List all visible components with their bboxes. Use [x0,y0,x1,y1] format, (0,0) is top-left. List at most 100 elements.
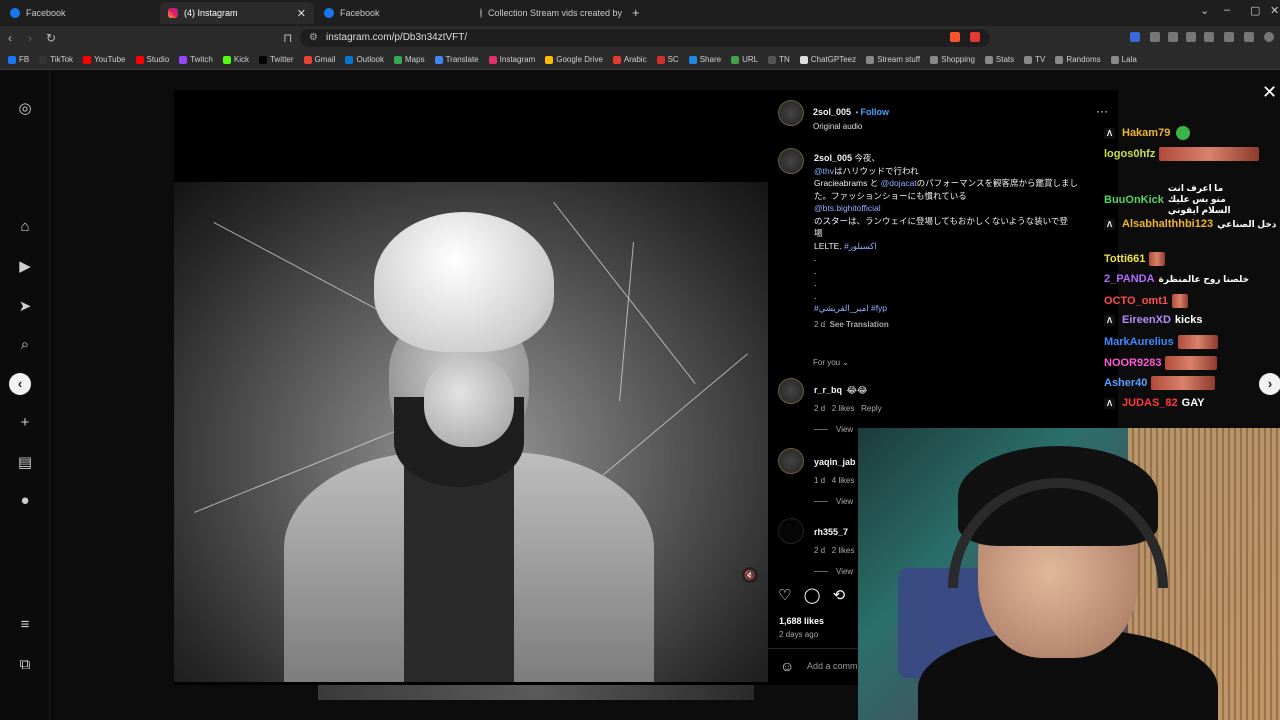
chat-username[interactable]: Hakam79 [1122,127,1170,139]
hashtag-link[interactable]: #اكسبلور [844,241,877,251]
bookmark-icon[interactable]: ⊓ [283,31,292,45]
comment-avatar[interactable] [778,448,804,474]
profile-avatar-icon[interactable]: ● [16,492,34,510]
vpn-icon[interactable] [1244,32,1254,42]
like-count[interactable]: 1,688 likes [779,616,824,626]
bookmark-twitch[interactable]: Twitch [179,55,213,64]
maximize-button[interactable]: ▢ [1250,4,1260,17]
bookmark-chatgpteez[interactable]: ChatGPTeez [799,55,856,64]
chat-username[interactable]: Alsabhalthhbi123 [1122,218,1213,230]
chat-username[interactable]: Asher40 [1104,377,1147,389]
bookmark-tv[interactable]: TV [1024,55,1045,64]
download-icon[interactable] [1168,32,1178,42]
bookmark-tn[interactable]: TN [768,55,790,64]
caption-username[interactable]: 2sol_005 [814,153,852,163]
chat-username[interactable]: MarkAurelius [1104,336,1174,348]
comment-icon[interactable]: ◯ [804,587,821,604]
bookmark-fb[interactable]: FB [8,55,29,64]
hashtag-link[interactable]: #امير_القريشي #fyp [814,303,887,313]
tab-instagram[interactable]: (4) Instagram ✕ [160,2,314,24]
tab-facebook-1[interactable]: Facebook [2,2,160,24]
forward-icon[interactable]: › [28,31,32,45]
bookmark-randoms[interactable]: Randoms [1055,55,1101,64]
chat-username[interactable]: logos0hfz [1104,148,1155,160]
more-menu-icon[interactable]: ≡ [16,616,34,634]
bookmark-kick[interactable]: Kick [222,55,249,64]
emoji-icon[interactable]: ☺ [780,658,794,674]
tab-facebook-2[interactable]: Facebook [316,2,466,24]
heart-icon[interactable]: ♡ [778,587,791,604]
menu-icon[interactable] [1264,32,1274,42]
site-info-icon[interactable]: ⚙ [309,29,318,47]
create-icon[interactable]: + [16,414,34,432]
comment-avatar[interactable] [778,378,804,404]
messages-icon[interactable]: ➤ [16,298,34,316]
bookmark-url[interactable]: URL [731,55,758,64]
extensions-puzzle-icon[interactable] [1150,32,1160,42]
back-icon[interactable]: ‹ [8,31,12,45]
see-translation-link[interactable]: See Translation [830,320,889,329]
reload-icon[interactable]: ↻ [46,31,56,45]
mention-link[interactable]: @bts.bighitofficial [814,203,881,213]
comment-username[interactable]: r_r_bq [814,385,842,395]
comment-likes[interactable]: 4 likes [832,476,855,485]
comment-avatar[interactable] [778,518,804,544]
comment-username[interactable]: yaqin_jab [814,457,856,467]
dashboard-icon[interactable]: ▤ [16,454,34,472]
wallet-icon[interactable] [1204,32,1214,42]
bookmark-maps[interactable]: Maps [394,55,425,64]
url-field[interactable]: ⚙ instagram.com/p/Db3n34ztVFT/ [300,29,990,47]
close-modal-icon[interactable]: ✕ [1262,82,1277,103]
caption-avatar[interactable] [778,148,804,174]
chat-username[interactable]: EireenXD [1122,314,1171,326]
audio-label[interactable]: Original audio [813,122,889,131]
view-replies-button[interactable]: View [836,425,853,434]
search-icon[interactable]: ⌕ [16,336,34,354]
chat-username[interactable]: 2_PANDA [1104,273,1155,285]
rewards-icon[interactable] [970,32,980,42]
post-video[interactable]: 🔇 [174,90,768,685]
mention-link[interactable]: @dojacat [881,178,917,188]
bookmark-gmail[interactable]: Gmail [303,55,335,64]
chat-username[interactable]: BuuOnKick [1104,194,1164,206]
more-options-icon[interactable]: ··· [1096,104,1108,118]
bookmark-stream-stuff[interactable]: Stream stuff [866,55,920,64]
add-comment-input[interactable]: Add a comm [807,661,858,671]
chat-username[interactable]: JUDAS_82 [1122,397,1178,409]
minimize-button[interactable]: – [1224,4,1230,16]
follow-button[interactable]: Follow [861,107,890,117]
bookmark-outlook[interactable]: Outlook [345,55,384,64]
repost-icon[interactable]: ⟲ [833,587,846,604]
bookmark-shopping[interactable]: Shopping [930,55,975,64]
chat-username[interactable]: NOOR9283 [1104,357,1161,369]
comment-likes[interactable]: 2 likes [832,404,855,413]
bookmark-translate[interactable]: Translate [434,55,479,64]
mute-icon[interactable]: 🔇 [742,567,758,583]
instagram-logo-icon[interactable]: ◎ [16,100,34,118]
view-replies-button[interactable]: View [836,567,853,576]
extension-icon[interactable] [1130,32,1140,42]
bookmark-arabic[interactable]: Arabic [612,55,647,64]
bookmark-lala[interactable]: Lala [1110,55,1137,64]
home-icon[interactable]: ⌂ [16,218,34,236]
close-window-button[interactable]: ✕ [1270,4,1279,17]
sidebar-icon[interactable] [1186,32,1196,42]
bookmark-google-drive[interactable]: Google Drive [545,55,603,64]
author-username[interactable]: 2sol_005 [813,107,851,117]
bookmark-youtube[interactable]: YouTube [83,55,126,64]
mention-link[interactable]: @thv [814,166,834,176]
reply-button[interactable]: Reply [861,404,881,413]
brave-shield-icon[interactable] [950,32,960,42]
tab-search-icon[interactable]: ⌄ [1200,4,1209,17]
bookmark-tiktok[interactable]: TikTok [39,55,73,64]
comment-likes[interactable]: 2 likes [832,546,855,555]
bookmark-sc[interactable]: SC [656,55,679,64]
reels-icon[interactable]: ▶ [16,258,34,276]
view-replies-button[interactable]: View [836,497,853,506]
threads-icon[interactable]: ⧉ [16,656,34,674]
chat-username[interactable]: Totti661 [1104,253,1145,265]
ai-icon[interactable] [1224,32,1234,42]
close-tab-icon[interactable]: ✕ [297,7,306,20]
chat-username[interactable]: OCTO_omt1 [1104,295,1168,307]
bookmark-instagram[interactable]: Instagram [488,55,535,64]
